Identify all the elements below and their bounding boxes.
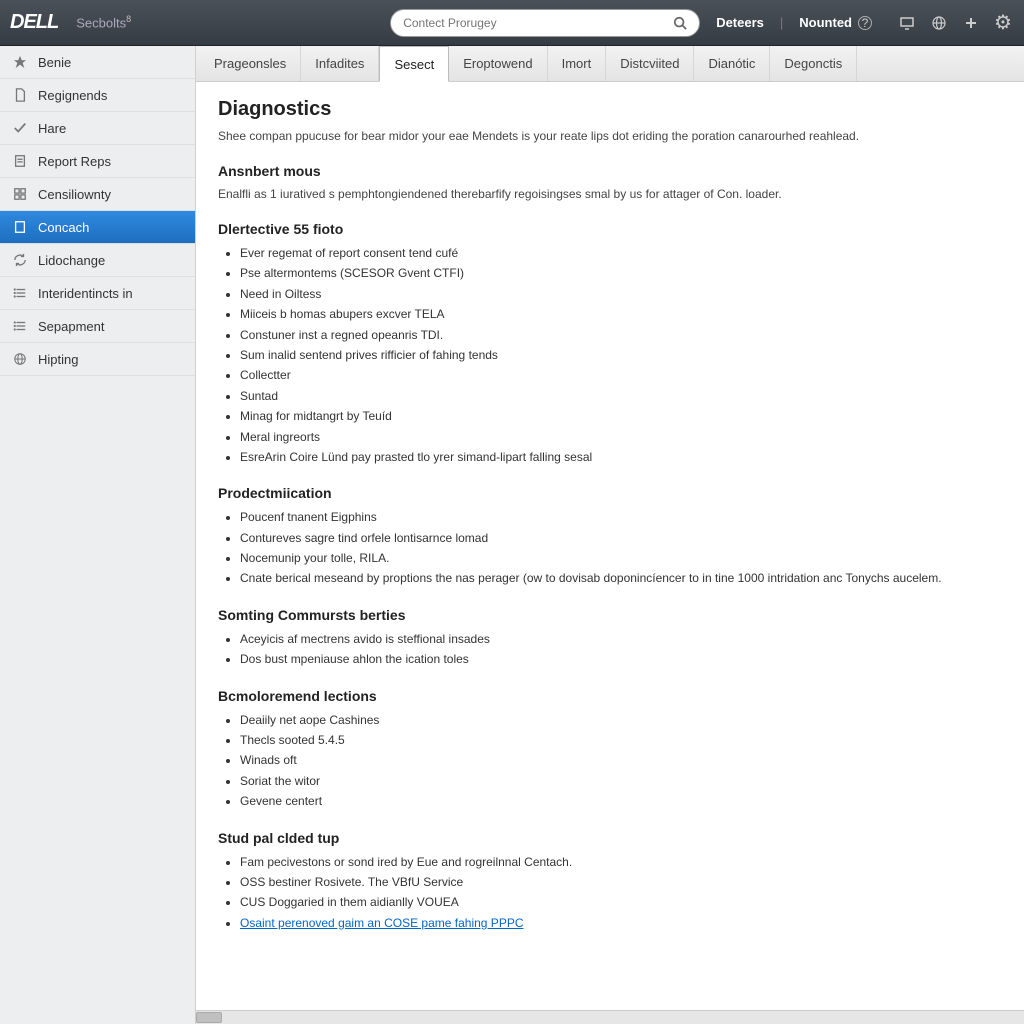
list-icon [12,285,28,301]
grid-icon [12,186,28,202]
section-list-2: Poucenf tnanent EigphinsContureves sagre… [218,507,1002,589]
section-title-0: Ansnbert mous [218,163,1002,179]
search-box[interactable] [390,9,700,37]
tabs-bar: PrageonslesInfaditesSesectEroptowendImor… [196,46,1024,82]
sidebar-item-label: Benie [38,55,71,70]
globe-icon [12,351,28,367]
tab-5[interactable]: Distcviited [606,46,694,81]
report-icon [12,153,28,169]
list-item: Sum inalid sentend prives rifficier of f… [240,345,1002,365]
tab-0[interactable]: Prageonsles [200,46,301,81]
sidebar-item-label: Hipting [38,352,78,367]
search-icon[interactable] [667,11,693,35]
list-item: Miiceis b homas abupers excver TELA [240,304,1002,324]
sidebar-item-7[interactable]: Interidentincts in [0,277,195,310]
sidebar-item-label: Regignends [38,88,107,103]
header-category[interactable]: Secbolts8 [70,14,137,30]
header-link-nounted[interactable]: Nounted [799,15,852,30]
globe-icon[interactable] [928,12,950,34]
list-item: Pse altermontems (SCESOR Gvent CTFI) [240,263,1002,283]
tab-3[interactable]: Eroptowend [449,46,547,81]
sidebar-item-8[interactable]: Sepapment [0,310,195,343]
gear-icon[interactable]: ⚙ [992,12,1014,34]
list-item: CUS Doggaried in them aidianlly VOUEA [240,892,1002,912]
page-intro: Shee compan ppucuse for bear midor your … [218,127,1002,145]
header-category-sup: 8 [126,14,131,24]
sidebar-item-5[interactable]: Concach [0,211,195,244]
list-item: Gevene centert [240,791,1002,811]
page-content: Diagnostics Shee compan ppucuse for bear… [196,82,1024,1010]
section-title-4: Bcmoloremend lections [218,688,1002,704]
list-item: Collectter [240,365,1002,385]
monitor-icon[interactable] [896,12,918,34]
sidebar-item-label: Censiliownty [38,187,111,202]
list-item-link[interactable]: Osaint perenoved gaim an COSE pame fahin… [240,916,524,930]
header-category-label: Secbolts [76,16,126,31]
section-title-5: Stud pal clded tup [218,830,1002,846]
list-item: Soriat the witor [240,771,1002,791]
tab-7[interactable]: Degonctis [770,46,857,81]
section-list-1: Ever regemat of report consent tend cufé… [218,243,1002,467]
list-item: Cnate berical meseand by proptions the n… [240,568,1002,588]
section-list-5: Fam pecivestons or sond ired by Eue and … [218,852,1002,934]
info-icon[interactable]: ? [858,16,872,30]
section-title-2: Prodectmiication [218,485,1002,501]
file-icon [12,87,28,103]
sidebar-item-label: Hare [38,121,66,136]
sidebar-item-label: Lidochange [38,253,105,268]
doc-icon [12,219,28,235]
sidebar-item-label: Interidentincts in [38,286,133,301]
section-list-3: Aceyicis af mectrens avido is steffional… [218,629,1002,670]
sidebar-item-label: Concach [38,220,89,235]
list-item: Need in Oiltess [240,284,1002,304]
list-item: Fam pecivestons or sond ired by Eue and … [240,852,1002,872]
list-item: Meral ingreorts [240,427,1002,447]
list-item: Aceyicis af mectrens avido is steffional… [240,629,1002,649]
section-title-3: Somting Commursts berties [218,607,1002,623]
list-item: EsreArin Coire Lünd pay prasted tlo yrer… [240,447,1002,467]
list-item: Suntad [240,386,1002,406]
search-input[interactable] [403,16,667,30]
list-item: Osaint perenoved gaim an COSE pame fahin… [240,913,1002,933]
scrollbar-thumb[interactable] [196,1012,222,1023]
list-item: Poucenf tnanent Eigphins [240,507,1002,527]
sidebar-item-0[interactable]: Benie [0,46,195,79]
list-item: Minag for midtangrt by Teuíd [240,406,1002,426]
app-header: DELL Secbolts8 Deteers | Nounted ? ⚙ [0,0,1024,46]
horizontal-scrollbar[interactable] [196,1010,1024,1024]
list-item: Nocemunip your tolle, RILA. [240,548,1002,568]
sidebar-item-4[interactable]: Censiliownty [0,178,195,211]
refresh-icon [12,252,28,268]
sidebar-item-label: Sepapment [38,319,105,334]
section-list-4: Deaiily net aope CashinesThecls sooted 5… [218,710,1002,812]
list-icon [12,318,28,334]
plus-icon[interactable] [960,12,982,34]
header-link-detect[interactable]: Deteers [716,15,764,30]
sidebar-item-2[interactable]: Hare [0,112,195,145]
tab-2[interactable]: Sesect [379,46,449,82]
tab-1[interactable]: Infadites [301,46,379,81]
list-item: Constuner inst a regned opeanris TDI. [240,325,1002,345]
sidebar-item-3[interactable]: Report Reps [0,145,195,178]
check-icon [12,120,28,136]
tab-4[interactable]: Imort [548,46,607,81]
section-title-1: Dlertective 55 fioto [218,221,1002,237]
sidebar-item-label: Report Reps [38,154,111,169]
list-item: Contureves sagre tind orfele lontisarnce… [240,528,1002,548]
page-title: Diagnostics [218,98,1002,121]
list-item: Deaiily net aope Cashines [240,710,1002,730]
sidebar-item-9[interactable]: Hipting [0,343,195,376]
sidebar-item-6[interactable]: Lidochange [0,244,195,277]
list-item: Dos bust mpeniause ahlon the ication tol… [240,649,1002,669]
dell-logo: DELL [10,11,62,34]
list-item: Winads oft [240,750,1002,770]
sidebar: Benie Regignends Hare Report Reps Censiliown… [0,46,196,1024]
list-item: Ever regemat of report consent tend cufé [240,243,1002,263]
star-icon [12,54,28,70]
sidebar-item-1[interactable]: Regignends [0,79,195,112]
list-item: Thecls sooted 5.4.5 [240,730,1002,750]
list-item: OSS bestiner Rosivete. The VBfU Service [240,872,1002,892]
tab-6[interactable]: Dianótic [694,46,770,81]
section-sub-0: Enalfli as 1 iuratived s pemphtongienden… [218,185,1002,203]
